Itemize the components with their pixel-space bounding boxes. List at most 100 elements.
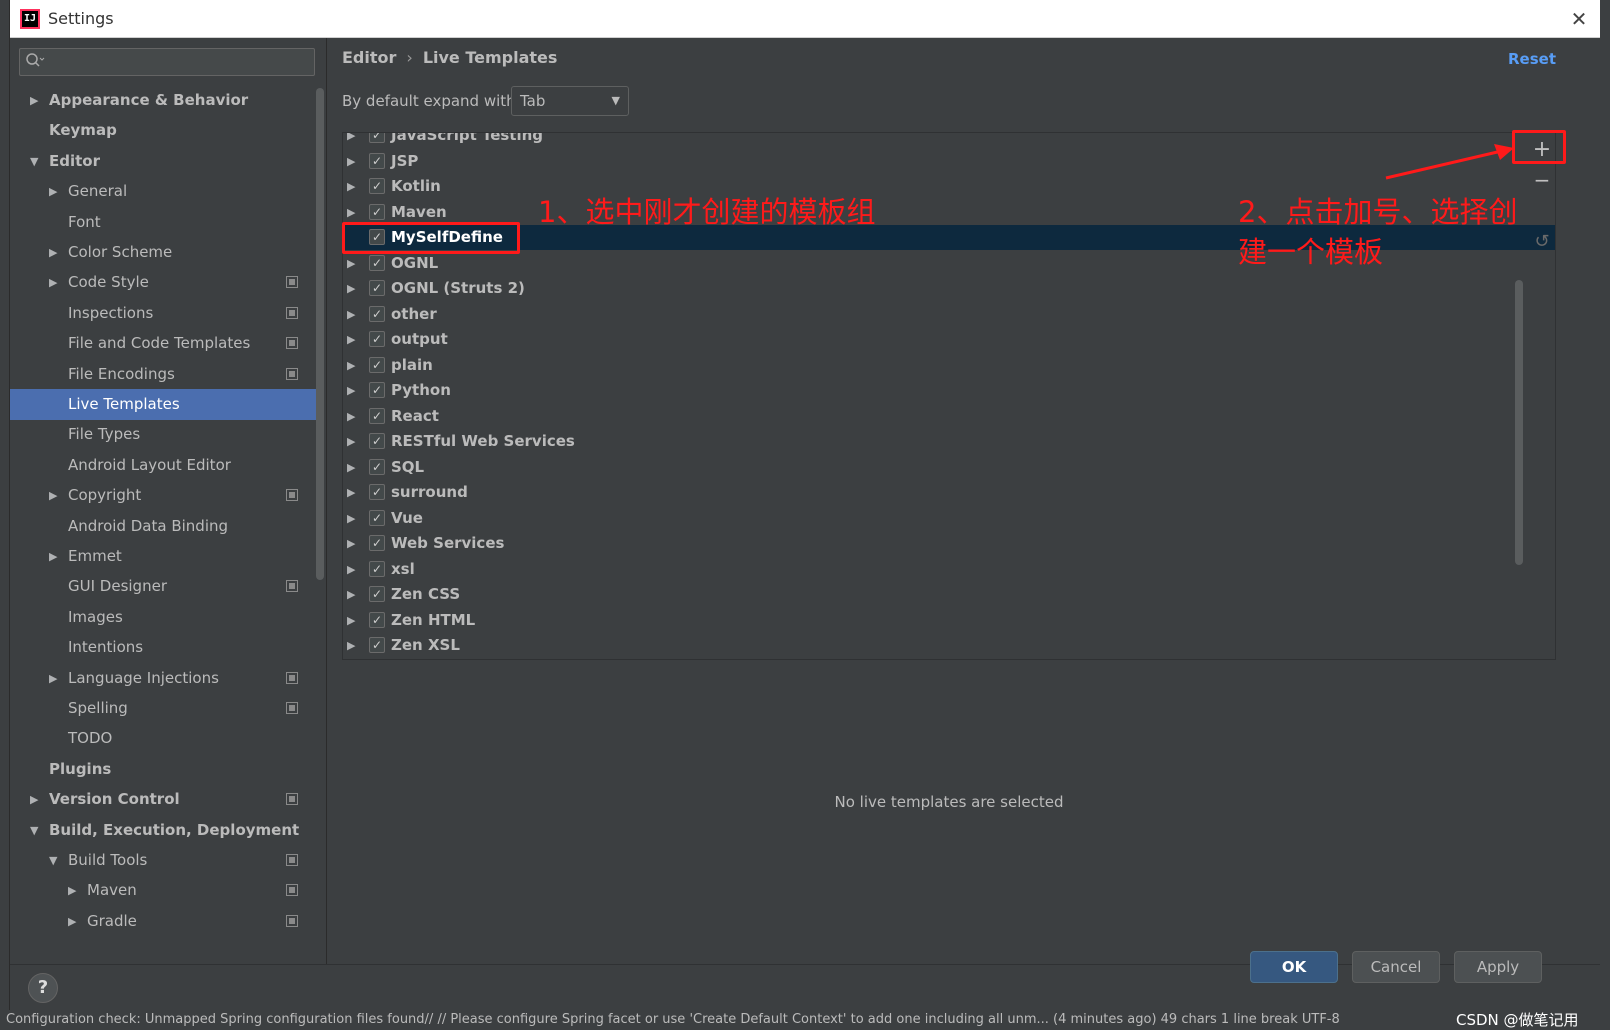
search-input[interactable]	[50, 51, 310, 73]
group-checkbox[interactable]: ✓	[369, 561, 385, 577]
chevron-right-icon[interactable]: ▶	[347, 404, 355, 429]
sidebar-item-file-encodings[interactable]: File Encodings	[10, 359, 317, 390]
template-group-plain[interactable]: ▶ ✓ plain	[343, 353, 1555, 378]
sidebar-item-version-control[interactable]: ▶ Version Control	[10, 784, 317, 815]
chevron-right-icon[interactable]: ▶	[347, 378, 355, 403]
chevron-right-icon[interactable]: ▶	[68, 906, 82, 937]
chevron-down-icon[interactable]: ▼	[30, 146, 44, 177]
sidebar-item-appearance-behavior[interactable]: ▶ Appearance & Behavior	[10, 85, 317, 116]
chevron-right-icon[interactable]: ▶	[347, 429, 355, 454]
remove-template-button[interactable]: −	[1526, 165, 1558, 195]
template-group-restful-web-services[interactable]: ▶ ✓ RESTful Web Services	[343, 429, 1555, 454]
template-group-react[interactable]: ▶ ✓ React	[343, 404, 1555, 429]
sidebar-item-file-types[interactable]: File Types	[10, 419, 317, 450]
chevron-right-icon[interactable]: ▶	[49, 237, 63, 268]
group-checkbox[interactable]: ✓	[369, 535, 385, 551]
chevron-right-icon[interactable]: ▶	[347, 531, 355, 556]
sidebar-item-file-and-code-templates[interactable]: File and Code Templates	[10, 328, 317, 359]
sidebar-item-keymap[interactable]: Keymap	[10, 115, 317, 146]
chevron-down-icon[interactable]: ▼	[49, 845, 63, 876]
chevron-right-icon[interactable]: ▶	[347, 251, 355, 276]
template-group-surround[interactable]: ▶ ✓ surround	[343, 480, 1555, 505]
group-checkbox[interactable]: ✓	[369, 204, 385, 220]
chevron-right-icon[interactable]: ▶	[68, 875, 82, 906]
group-checkbox[interactable]: ✓	[369, 484, 385, 500]
sidebar-item-android-layout-editor[interactable]: Android Layout Editor	[10, 450, 317, 481]
chevron-right-icon[interactable]: ▶	[30, 784, 44, 815]
sidebar-item-code-style[interactable]: ▶ Code Style	[10, 267, 317, 298]
apply-button[interactable]: Apply	[1454, 951, 1542, 983]
group-checkbox[interactable]: ✓	[369, 459, 385, 475]
chevron-right-icon[interactable]: ▶	[347, 455, 355, 480]
list-scrollbar[interactable]	[1515, 280, 1523, 565]
sidebar-item-images[interactable]: Images	[10, 602, 317, 633]
expand-with-dropdown[interactable]: Tab ▼	[511, 86, 629, 116]
sidebar-item-live-templates[interactable]: Live Templates	[10, 389, 317, 420]
chevron-right-icon[interactable]: ▶	[49, 480, 63, 511]
reset-link[interactable]: Reset	[1508, 50, 1556, 68]
sidebar-item-general[interactable]: ▶ General	[10, 176, 317, 207]
sidebar-item-copyright[interactable]: ▶ Copyright	[10, 480, 317, 511]
group-checkbox[interactable]: ✓	[369, 510, 385, 526]
template-group-ognl-struts-2[interactable]: ▶ ✓ OGNL (Struts 2)	[343, 276, 1555, 301]
chevron-right-icon[interactable]: ▶	[49, 267, 63, 298]
chevron-right-icon[interactable]: ▶	[347, 557, 355, 582]
template-group-sql[interactable]: ▶ ✓ SQL	[343, 455, 1555, 480]
template-group-zen-html[interactable]: ▶ ✓ Zen HTML	[343, 608, 1555, 633]
chevron-right-icon[interactable]: ▶	[347, 608, 355, 633]
sidebar-item-inspections[interactable]: Inspections	[10, 298, 317, 329]
sidebar-scrollbar[interactable]	[316, 88, 324, 580]
template-group-jsp[interactable]: ▶ ✓ JSP	[343, 149, 1555, 174]
group-checkbox[interactable]: ✓	[369, 433, 385, 449]
sidebar-item-intentions[interactable]: Intentions	[10, 632, 317, 663]
ok-button[interactable]: OK	[1250, 951, 1338, 983]
template-group-web-services[interactable]: ▶ ✓ Web Services	[343, 531, 1555, 556]
chevron-right-icon[interactable]: ▶	[347, 480, 355, 505]
chevron-right-icon[interactable]: ▶	[347, 582, 355, 607]
sidebar-item-gui-designer[interactable]: GUI Designer	[10, 571, 317, 602]
group-checkbox[interactable]: ✓	[369, 637, 385, 653]
group-checkbox[interactable]: ✓	[369, 612, 385, 628]
sidebar-item-editor[interactable]: ▼ Editor	[10, 146, 317, 177]
sidebar-item-color-scheme[interactable]: ▶ Color Scheme	[10, 237, 317, 268]
template-group-output[interactable]: ▶ ✓ output	[343, 327, 1555, 352]
group-checkbox[interactable]: ✓	[369, 178, 385, 194]
group-checkbox[interactable]: ✓	[369, 586, 385, 602]
chevron-right-icon[interactable]: ▶	[347, 174, 355, 199]
group-checkbox[interactable]: ✓	[369, 331, 385, 347]
sidebar-item-todo[interactable]: TODO	[10, 723, 317, 754]
close-icon[interactable]: ✕	[1564, 4, 1594, 34]
cancel-button[interactable]: Cancel	[1352, 951, 1440, 983]
chevron-right-icon[interactable]: ▶	[347, 506, 355, 531]
group-checkbox[interactable]: ✓	[369, 133, 385, 143]
chevron-right-icon[interactable]: ▶	[347, 133, 355, 148]
restore-defaults-button[interactable]: ↺	[1526, 227, 1558, 257]
sidebar-item-maven[interactable]: ▶ Maven	[10, 875, 317, 906]
chevron-right-icon[interactable]: ▶	[49, 176, 63, 207]
chevron-right-icon[interactable]: ▶	[49, 663, 63, 694]
template-group-zen-xsl[interactable]: ▶ ✓ Zen XSL	[343, 633, 1555, 658]
template-group-python[interactable]: ▶ ✓ Python	[343, 378, 1555, 403]
group-checkbox[interactable]: ✓	[369, 153, 385, 169]
template-group-javascript-testing[interactable]: ▶ ✓ JavaScript Testing	[343, 133, 1555, 148]
search-box[interactable]	[19, 48, 315, 76]
chevron-right-icon[interactable]: ▶	[347, 149, 355, 174]
sidebar-item-emmet[interactable]: ▶ Emmet	[10, 541, 317, 572]
sidebar-item-language-injections[interactable]: ▶ Language Injections	[10, 663, 317, 694]
sidebar-item-build-tools[interactable]: ▼ Build Tools	[10, 845, 317, 876]
sidebar-item-font[interactable]: Font	[10, 207, 317, 238]
group-checkbox[interactable]: ✓	[369, 255, 385, 271]
template-group-vue[interactable]: ▶ ✓ Vue	[343, 506, 1555, 531]
chevron-right-icon[interactable]: ▶	[347, 353, 355, 378]
group-checkbox[interactable]: ✓	[369, 382, 385, 398]
chevron-right-icon[interactable]: ▶	[347, 633, 355, 658]
help-icon[interactable]: ?	[28, 973, 58, 1003]
group-checkbox[interactable]: ✓	[369, 280, 385, 296]
sidebar-item-gradle[interactable]: ▶ Gradle	[10, 906, 317, 937]
chevron-right-icon[interactable]: ▶	[347, 327, 355, 352]
group-checkbox[interactable]: ✓	[369, 357, 385, 373]
sidebar-item-spelling[interactable]: Spelling	[10, 693, 317, 724]
template-group-zen-css[interactable]: ▶ ✓ Zen CSS	[343, 582, 1555, 607]
sidebar-item-build-execution-deployment[interactable]: ▼ Build, Execution, Deployment	[10, 815, 317, 846]
breadcrumb-parent[interactable]: Editor	[342, 48, 396, 67]
